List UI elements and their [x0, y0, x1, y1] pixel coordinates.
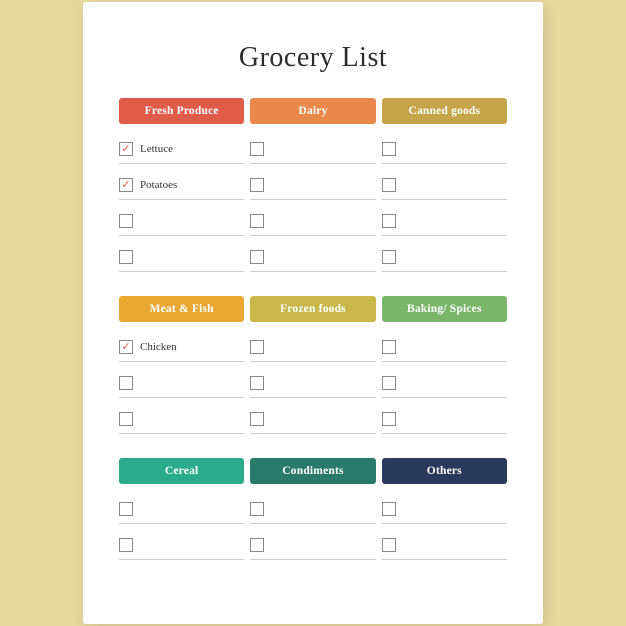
list-item[interactable]	[250, 404, 375, 434]
list-item[interactable]: Chicken	[119, 332, 244, 362]
list-item[interactable]	[250, 170, 375, 200]
checkbox[interactable]	[382, 142, 396, 156]
list-item[interactable]	[250, 134, 375, 164]
column-2	[382, 134, 507, 278]
checkbox[interactable]	[250, 502, 264, 516]
checkbox[interactable]	[382, 340, 396, 354]
list-item[interactable]	[119, 494, 244, 524]
checkbox[interactable]	[382, 214, 396, 228]
section-3: CerealCondiments Others	[119, 458, 507, 566]
checkbox[interactable]	[119, 412, 133, 426]
list-item[interactable]: Potatoes	[119, 170, 244, 200]
column-0	[119, 494, 244, 566]
checkbox[interactable]	[382, 412, 396, 426]
category-frozen-foods[interactable]: Frozen foods	[250, 296, 375, 322]
list-item[interactable]: Lettuce	[119, 134, 244, 164]
checkbox[interactable]	[119, 340, 133, 354]
section-2: Meat & FishFrozen foods Baking/ Spices Chi…	[119, 296, 507, 440]
column-1	[250, 494, 375, 566]
checkbox[interactable]	[119, 142, 133, 156]
checkbox[interactable]	[119, 538, 133, 552]
checkbox[interactable]	[382, 376, 396, 390]
category-dairy[interactable]: Dairy	[250, 98, 375, 124]
category-fresh-produce[interactable]: Fresh Produce	[119, 98, 244, 124]
checkbox[interactable]	[250, 376, 264, 390]
list-item[interactable]	[382, 404, 507, 434]
category-cereal[interactable]: Cereal	[119, 458, 244, 484]
list-item[interactable]	[119, 368, 244, 398]
checkbox[interactable]	[382, 250, 396, 264]
page-title: Grocery List	[119, 42, 507, 74]
checkbox[interactable]	[382, 178, 396, 192]
checkbox[interactable]	[250, 340, 264, 354]
list-item[interactable]	[119, 242, 244, 272]
list-item[interactable]	[250, 494, 375, 524]
column-1	[250, 134, 375, 278]
checkbox[interactable]	[250, 214, 264, 228]
items-grid	[119, 494, 507, 566]
item-label: Chicken	[140, 341, 177, 353]
checkbox[interactable]	[382, 538, 396, 552]
checkbox[interactable]	[250, 412, 264, 426]
category-row: Meat & FishFrozen foods Baking/ Spices	[119, 296, 507, 322]
checkbox[interactable]	[119, 502, 133, 516]
list-item[interactable]	[250, 242, 375, 272]
category-row: CerealCondiments Others	[119, 458, 507, 484]
list-item[interactable]	[382, 242, 507, 272]
checkbox[interactable]	[250, 538, 264, 552]
list-item[interactable]	[119, 530, 244, 560]
category-condiments[interactable]: Condiments	[250, 458, 375, 484]
category-others[interactable]: Others	[382, 458, 507, 484]
list-item[interactable]	[382, 494, 507, 524]
list-item[interactable]	[382, 368, 507, 398]
checkbox[interactable]	[119, 376, 133, 390]
column-2	[382, 332, 507, 440]
section-1: Fresh ProduceDairy Canned goods Lettuce Pot…	[119, 98, 507, 278]
column-0: Lettuce Potatoes	[119, 134, 244, 278]
item-label: Potatoes	[140, 179, 177, 191]
category-meat-fish[interactable]: Meat & Fish	[119, 296, 244, 322]
column-1	[250, 332, 375, 440]
checkbox[interactable]	[382, 502, 396, 516]
list-item[interactable]	[382, 134, 507, 164]
items-grid: Lettuce Potatoes	[119, 134, 507, 278]
list-item[interactable]	[119, 206, 244, 236]
item-label: Lettuce	[140, 143, 173, 155]
list-item[interactable]	[119, 404, 244, 434]
column-0: Chicken	[119, 332, 244, 440]
list-item[interactable]	[382, 206, 507, 236]
list-item[interactable]	[382, 530, 507, 560]
checkbox[interactable]	[119, 250, 133, 264]
category-baking-spices[interactable]: Baking/ Spices	[382, 296, 507, 322]
checkbox[interactable]	[250, 178, 264, 192]
checkbox[interactable]	[119, 178, 133, 192]
grocery-list-page: Grocery List Fresh ProduceDairy Canned go…	[83, 2, 543, 624]
category-canned-goods[interactable]: Canned goods	[382, 98, 507, 124]
list-item[interactable]	[250, 530, 375, 560]
checkbox[interactable]	[250, 142, 264, 156]
list-item[interactable]	[250, 368, 375, 398]
category-row: Fresh ProduceDairy Canned goods	[119, 98, 507, 124]
list-item[interactable]	[250, 206, 375, 236]
list-item[interactable]	[382, 332, 507, 362]
column-2	[382, 494, 507, 566]
checkbox[interactable]	[250, 250, 264, 264]
list-item[interactable]	[382, 170, 507, 200]
items-grid: Chicken	[119, 332, 507, 440]
checkbox[interactable]	[119, 214, 133, 228]
list-item[interactable]	[250, 332, 375, 362]
